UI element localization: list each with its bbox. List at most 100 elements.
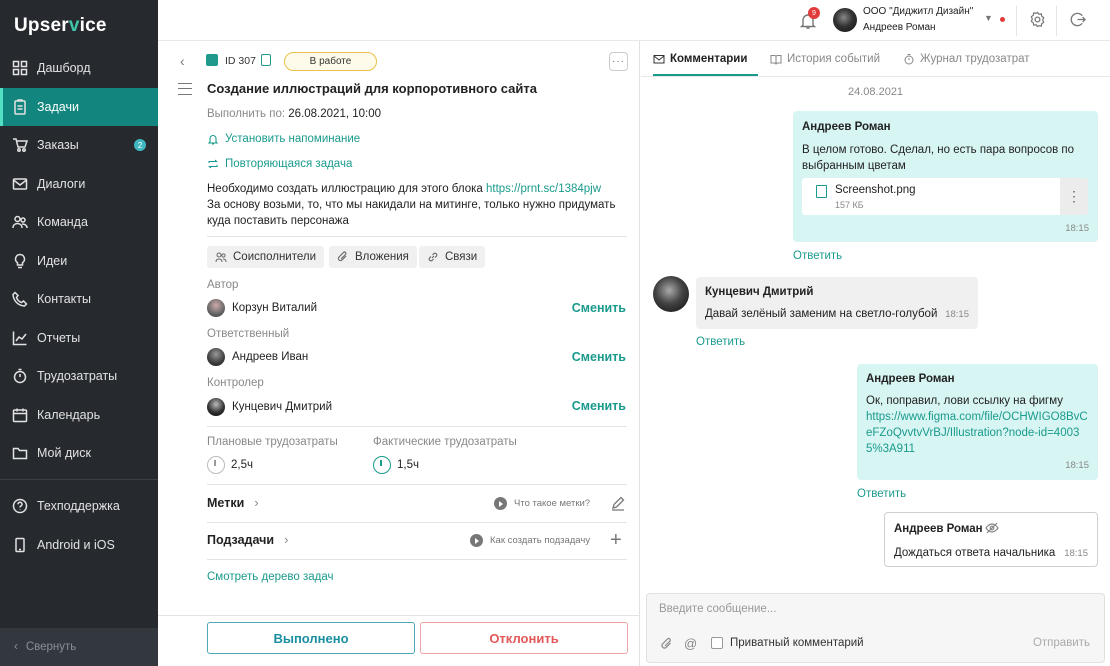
cart-icon — [12, 137, 28, 153]
private-checkbox-label[interactable]: Приватный комментарий — [730, 637, 864, 649]
task-panel: ‹ ID 307 В работе ··· Создание иллюстрац… — [158, 41, 640, 666]
sidebar-item-contacts[interactable]: Контакты — [0, 280, 158, 319]
sidebar-item-support[interactable]: Техподдержка — [0, 487, 158, 526]
change-author-button[interactable]: Сменить — [572, 301, 626, 315]
figma-link[interactable]: https://www.figma.com/file/OCHWIGO8BvCeF… — [866, 411, 1088, 455]
task-tree-link[interactable]: Смотреть дерево задач — [207, 571, 333, 583]
avatar — [207, 348, 225, 366]
user-name[interactable]: Андреев Роман — [863, 22, 936, 33]
pencil-icon[interactable] — [610, 495, 626, 511]
avatar — [207, 398, 225, 416]
play-icon — [494, 497, 507, 510]
copy-icon[interactable] — [261, 54, 271, 66]
paperclip-icon[interactable] — [660, 637, 674, 651]
attachments-chip[interactable]: Вложения — [329, 246, 417, 268]
avatar — [207, 299, 225, 317]
repeat-task-link[interactable]: Повторяющаяся задача — [207, 158, 352, 170]
sidebar-item-ideas[interactable]: Идеи — [0, 242, 158, 281]
change-responsible-button[interactable]: Сменить — [572, 350, 626, 364]
subtasks-section[interactable]: Подзадачи › — [207, 532, 288, 547]
avatar[interactable] — [833, 8, 857, 32]
more-options-button[interactable]: ··· — [609, 52, 628, 71]
message-author: Кунцевич Дмитрий — [705, 286, 814, 298]
bulb-icon — [12, 253, 28, 269]
done-button[interactable]: Выполнено — [207, 622, 415, 654]
sidebar-item-team[interactable]: Команда — [0, 203, 158, 242]
company-name[interactable]: ООО "Диджитл Дизайн" — [863, 6, 973, 17]
reject-button[interactable]: Отклонить — [420, 622, 628, 654]
menu-icon[interactable] — [178, 83, 192, 95]
avatar — [653, 276, 689, 312]
sidebar-item-label: Трудозатраты — [37, 369, 118, 384]
app-logo[interactable]: Upservice — [14, 15, 107, 37]
mention-icon[interactable]: @ — [684, 636, 697, 651]
sidebar-item-disk[interactable]: Мой диск — [0, 434, 158, 473]
gear-icon[interactable] — [1029, 11, 1046, 28]
private-checkbox[interactable] — [711, 637, 723, 649]
sidebar-item-label: Команда — [37, 215, 88, 230]
status-badge[interactable]: В работе — [284, 52, 377, 71]
sidebar-item-dialogs[interactable]: Диалоги — [0, 165, 158, 204]
tags-help-link[interactable]: Что такое метки? — [494, 497, 590, 510]
send-button[interactable]: Отправить — [1033, 637, 1090, 649]
message-author: Андреев Роман — [802, 121, 891, 133]
reply-link[interactable]: Ответить — [696, 336, 745, 348]
message-bubble: Андреев Роман В целом готово. Сделал, но… — [793, 111, 1098, 242]
actual-time[interactable]: 1,5ч — [373, 456, 419, 474]
author-person[interactable]: Корзун Виталий — [207, 299, 317, 317]
sidebar-item-mobile[interactable]: Android и iOS — [0, 526, 158, 565]
links-chip[interactable]: Связи — [419, 246, 486, 268]
sidebar-item-label: Дашборд — [37, 61, 91, 76]
message-author: Андреев Роман — [894, 523, 983, 535]
file-more-icon[interactable]: ⋮ — [1060, 178, 1088, 215]
sidebar-item-label: Диалоги — [37, 176, 86, 191]
calendar-icon — [12, 407, 28, 423]
file-attachment[interactable]: Screenshot.png 157 КБ ⋮ — [802, 178, 1088, 215]
set-reminder-link[interactable]: Установить напоминание — [207, 133, 360, 145]
add-subtask-icon[interactable]: + — [610, 530, 622, 550]
tab-bar: Комментарии История событий Журнал трудо… — [641, 41, 1110, 77]
task-id-icon — [206, 54, 218, 66]
header-divider — [1056, 6, 1057, 36]
paperclip-icon — [337, 251, 347, 262]
sidebar-item-label: Задачи — [37, 99, 79, 114]
sidebar-item-dashboard[interactable]: Дашборд — [0, 49, 158, 88]
active-tab-indicator — [653, 74, 758, 76]
controller-person[interactable]: Кунцевич Дмитрий — [207, 398, 332, 416]
sidebar-item-tasks[interactable]: Задачи — [0, 87, 158, 126]
description-link[interactable]: https://prnt.sc/1384pjw — [486, 183, 601, 195]
message-input[interactable]: Введите сообщение... — [659, 603, 776, 615]
reply-link[interactable]: Ответить — [857, 488, 906, 500]
help-icon — [12, 498, 28, 514]
change-controller-button[interactable]: Сменить — [572, 399, 626, 413]
chevron-right-icon: › — [254, 495, 259, 510]
coexecutors-chip[interactable]: Соисполнители — [207, 246, 325, 268]
tab-history[interactable]: История событий — [770, 53, 880, 65]
subtasks-help-link[interactable]: Как создать подзадачу — [470, 534, 590, 547]
tab-timelog[interactable]: Журнал трудозатрат — [903, 53, 1030, 65]
sidebar-nav: Дашборд Задачи Заказы 2 Диалоги Команда И… — [0, 49, 158, 473]
sidebar-item-label: Календарь — [37, 407, 101, 422]
tasks-icon — [12, 99, 28, 115]
sidebar-item-label: Заказы — [37, 138, 79, 153]
sidebar-item-reports[interactable]: Отчеты — [0, 319, 158, 358]
task-description: Необходимо создать иллюстрацию для этого… — [207, 183, 616, 227]
reply-link[interactable]: Ответить — [793, 250, 842, 262]
sidebar-item-orders[interactable]: Заказы 2 — [0, 126, 158, 165]
chevron-down-icon[interactable]: ▼ — [984, 13, 993, 23]
back-arrow-icon[interactable]: ‹ — [180, 53, 185, 69]
file-name: Screenshot.png — [835, 184, 916, 196]
collapse-sidebar-button[interactable]: ‹ Свернуть — [0, 628, 158, 666]
message-composer: Введите сообщение... @ Приватный коммент… — [646, 593, 1105, 663]
planned-time-label: Плановые трудозатраты — [207, 436, 338, 448]
message-time: 18:15 — [1064, 548, 1088, 559]
tags-section[interactable]: Метки › — [207, 495, 259, 510]
sidebar-item-calendar[interactable]: Календарь — [0, 396, 158, 435]
responsible-person[interactable]: Андреев Иван — [207, 348, 308, 366]
divider — [207, 484, 627, 485]
tab-comments[interactable]: Комментарии — [653, 53, 747, 65]
folder-icon — [12, 445, 28, 461]
logout-icon[interactable] — [1069, 11, 1086, 28]
sidebar-divider — [0, 479, 158, 480]
sidebar-item-timesheets[interactable]: Трудозатраты — [0, 357, 158, 396]
